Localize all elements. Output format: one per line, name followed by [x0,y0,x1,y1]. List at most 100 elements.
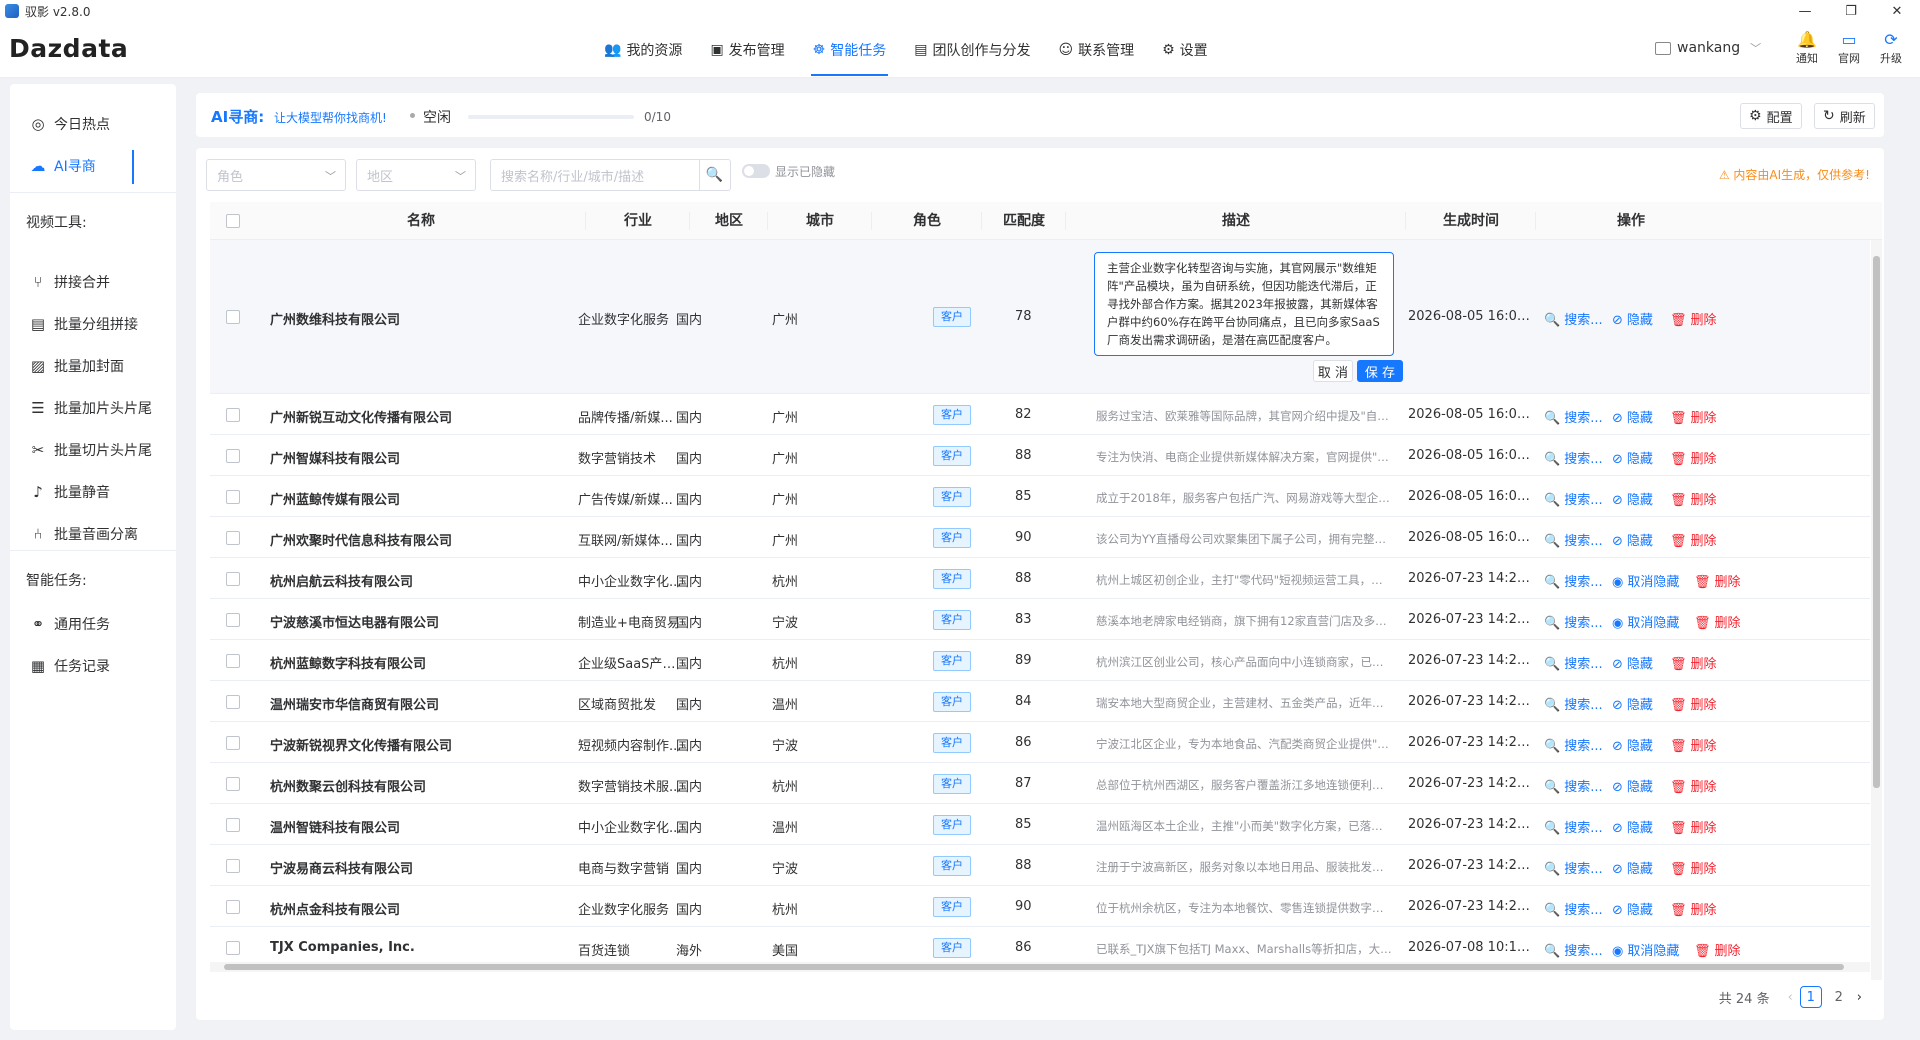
table-row[interactable]: 杭州蓝鲸数字科技有限公司 企业级SaaS产品... 国内 杭州 客户 89 杭州滨江区创业公… [210,640,1870,681]
table-row[interactable]: 宁波慈溪市恒达电器有限公司 制造业+电商贸易 国内 宁波 客户 83 慈溪本地老牌家电经销商… [210,599,1870,640]
sidebar-item[interactable]: ▨ 批量加封面 [28,355,124,377]
delete-action[interactable]: 🗑 删除 [1694,612,1741,631]
row-checkbox[interactable] [226,490,240,504]
bell-icon[interactable]: 🔔 通知 [1786,30,1828,66]
prev-page-icon[interactable]: ‹ [1788,990,1793,1005]
nav-item[interactable]: ☸ 智能任务 [799,22,901,78]
hide-action[interactable]: ⊘ 隐藏 [1612,407,1653,426]
delete-action[interactable]: 🗑 删除 [1670,899,1717,918]
search-action[interactable]: 🔍 搜索... [1544,612,1603,631]
nav-item[interactable]: ▣ 发布管理 [696,22,798,78]
hide-action[interactable]: ⊘ 隐藏 [1612,776,1653,795]
search-action[interactable]: 🔍 搜索... [1544,407,1603,426]
scroll-thumb[interactable] [1873,256,1880,788]
cancel-button[interactable]: 取 消 [1313,360,1353,382]
sidebar-item[interactable]: ▤ 批量分组拼接 [28,313,138,335]
row-checkbox[interactable] [226,900,240,914]
row-checkbox[interactable] [226,736,240,750]
search-action[interactable]: 🔍 搜索... [1544,817,1603,836]
delete-action[interactable]: 🗑 删除 [1670,309,1717,328]
sidebar-item[interactable]: ✂ 批量切片头片尾 [28,439,152,461]
nav-item[interactable]: ▤ 团队创作与分发 [900,22,1044,78]
hide-action[interactable]: ⊘ 隐藏 [1612,489,1653,508]
hide-action[interactable]: ⊘ 隐藏 [1612,735,1653,754]
delete-action[interactable]: 🗑 删除 [1670,489,1717,508]
sidebar-item[interactable]: ☰ 批量加片头片尾 [28,397,152,419]
hide-action[interactable]: ⊘ 隐藏 [1612,817,1653,836]
role-select[interactable]: 角色 ﹀ [206,159,346,191]
table-row[interactable]: 广州新锐互动文化传播有限公司 品牌传播/新媒... 国内 广州 客户 82 服务过宝洁、欧莱… [210,394,1870,435]
sidebar-item[interactable]: ☁ AI寻商 [28,155,96,177]
config-button[interactable]: ⚙ 配置 [1740,103,1802,129]
search-action[interactable]: 🔍 搜索... [1544,571,1603,590]
search-action[interactable]: 🔍 搜索... [1544,776,1603,795]
hide-action[interactable]: ⊘ 隐藏 [1612,309,1653,328]
table-row[interactable]: 杭州启航云科技有限公司 中小企业数字化... 国内 杭州 客户 88 杭州上城区初创企业，主… [210,558,1870,599]
delete-action[interactable]: 🗑 删除 [1670,858,1717,877]
search-action[interactable]: 🔍 搜索... [1544,858,1603,877]
search-action[interactable]: 🔍 搜索... [1544,309,1603,328]
scroll-thumb[interactable] [224,964,1844,970]
unhide-action[interactable]: ◉ 取消隐藏 [1612,940,1679,959]
row-checkbox[interactable] [226,818,240,832]
search-action[interactable]: 🔍 搜索... [1544,899,1603,918]
page-button[interactable]: 1 [1799,986,1822,1008]
sidebar-item[interactable]: ♪ 批量静音 [28,481,110,503]
page-button[interactable]: 2 [1828,986,1850,1008]
restore-icon[interactable]: ❐ [1828,0,1874,22]
description-editor[interactable]: 主营企业数字化转型咨询与实施，其官网展示"数维矩阵"产品模块，虽为自研系统，但因… [1094,252,1394,356]
unhide-action[interactable]: ◉ 取消隐藏 [1612,571,1679,590]
table-row[interactable]: 广州数维科技有限公司 企业数字化服务 国内 广州 客户 78 2026-08-05 16:0… [210,240,1870,394]
delete-action[interactable]: 🗑 删除 [1670,653,1717,672]
table-row[interactable]: 杭州点金科技有限公司 企业数字化服务 国内 杭州 客户 90 位于杭州余杭区，专注为本地餐饮… [210,886,1870,927]
hide-action[interactable]: ⊘ 隐藏 [1612,448,1653,467]
hide-action[interactable]: ⊘ 隐藏 [1612,530,1653,549]
nav-item[interactable]: ☺ 联系管理 [1044,22,1148,78]
table-row[interactable]: 宁波易商云科技有限公司 电商与数字营销 国内 宁波 客户 88 注册于宁波高新区，服务对象以… [210,845,1870,886]
horizontal-scrollbar[interactable] [210,962,1870,972]
sidebar-item[interactable]: ⑃ 批量音画分离 [28,523,138,545]
save-button[interactable]: 保 存 [1357,360,1403,382]
table-row[interactable]: 广州智媒科技有限公司 数字营销技术 国内 广州 客户 88 专注为快消、电商企业提供新媒体解… [210,435,1870,476]
row-checkbox[interactable] [226,572,240,586]
upgrade-icon[interactable]: ⟳ 升级 [1870,30,1912,66]
nav-item[interactable]: ⚙ 设置 [1148,22,1222,78]
row-checkbox[interactable] [226,941,240,955]
user-menu[interactable]: wankang ﹀ [1655,40,1761,56]
delete-action[interactable]: 🗑 删除 [1670,407,1717,426]
table-row[interactable]: 温州智链科技有限公司 中小企业数字化... 国内 温州 客户 85 温州瓯海区本土企业，主推… [210,804,1870,845]
search-action[interactable]: 🔍 搜索... [1544,653,1603,672]
hide-action[interactable]: ⊘ 隐藏 [1612,858,1653,877]
delete-action[interactable]: 🗑 删除 [1694,571,1741,590]
minimize-icon[interactable]: — [1782,0,1828,22]
show-hidden-toggle[interactable] [742,164,770,178]
row-checkbox[interactable] [226,449,240,463]
region-select[interactable]: 地区 ﹀ [356,159,476,191]
sidebar-item[interactable]: ⚭ 通用任务 [28,613,110,635]
row-checkbox[interactable] [226,531,240,545]
row-checkbox[interactable] [226,859,240,873]
delete-action[interactable]: 🗑 删除 [1670,817,1717,836]
sidebar-item[interactable]: ▦ 任务记录 [28,655,110,677]
search-action[interactable]: 🔍 搜索... [1544,735,1603,754]
row-checkbox[interactable] [226,777,240,791]
delete-action[interactable]: 🗑 删除 [1670,776,1717,795]
search-input[interactable]: 搜索名称/行业/城市/描述 [490,159,700,191]
next-page-icon[interactable]: › [1857,990,1862,1005]
sidebar-item[interactable]: ◎ 今日热点 [28,113,110,135]
search-action[interactable]: 🔍 搜索... [1544,489,1603,508]
hide-action[interactable]: ⊘ 隐藏 [1612,653,1653,672]
delete-action[interactable]: 🗑 删除 [1670,448,1717,467]
table-row[interactable]: 温州瑞安市华信商贸有限公司 区域商贸批发 国内 温州 客户 84 瑞安本地大型商贸企业，主营… [210,681,1870,722]
delete-action[interactable]: 🗑 删除 [1670,530,1717,549]
table-row[interactable]: 广州欢聚时代信息科技有限公司 互联网/新媒体... 国内 广州 客户 90 该公司为YY直播… [210,517,1870,558]
close-icon[interactable]: ✕ [1874,0,1920,22]
website-icon[interactable]: ▭ 官网 [1828,30,1870,66]
search-action[interactable]: 🔍 搜索... [1544,940,1603,959]
row-checkbox[interactable] [226,613,240,627]
delete-action[interactable]: 🗑 删除 [1694,940,1741,959]
search-button[interactable]: 🔍 [699,159,731,191]
row-checkbox[interactable] [226,408,240,422]
unhide-action[interactable]: ◉ 取消隐藏 [1612,612,1679,631]
table-row[interactable]: 宁波新锐视界文化传播有限公司 短视频内容制作... 国内 宁波 客户 86 宁波江北区企业，… [210,722,1870,763]
